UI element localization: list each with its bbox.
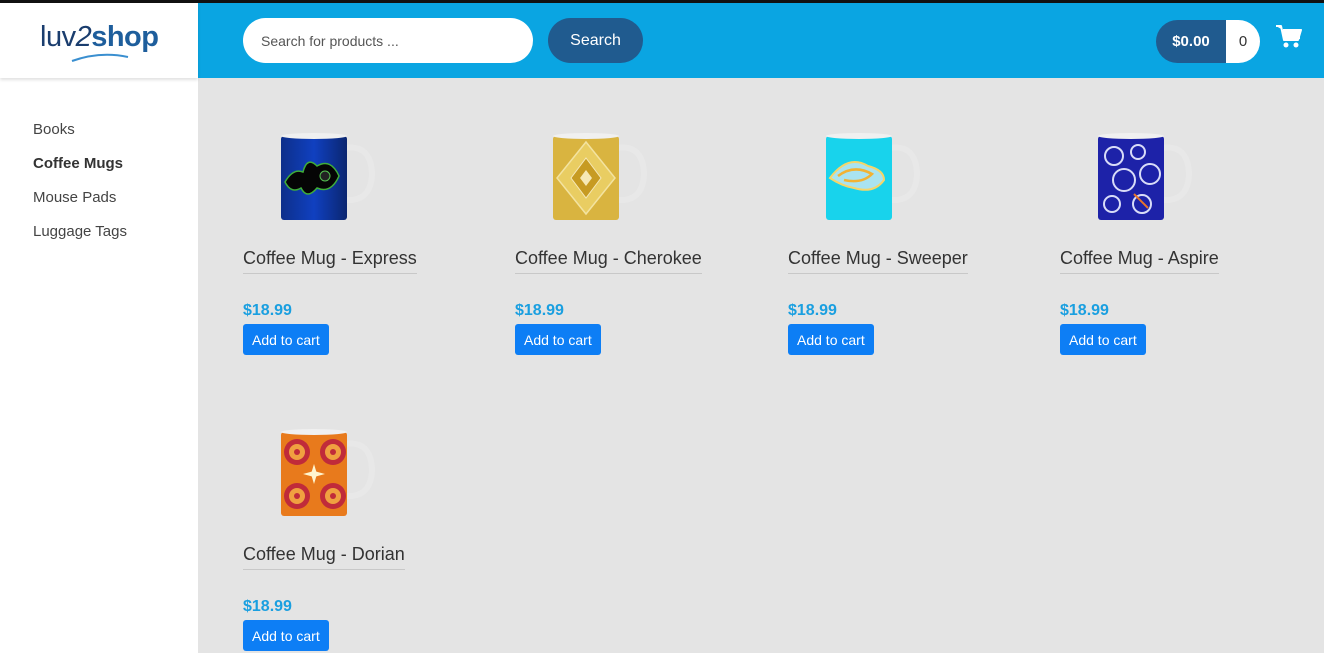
product-name[interactable]: Coffee Mug - Aspire bbox=[1060, 248, 1219, 274]
mug-dorian-image[interactable] bbox=[273, 414, 383, 524]
cart-status[interactable]: $0.00 0 bbox=[1156, 20, 1260, 63]
sidebar: Books Coffee Mugs Mouse Pads Luggage Tag… bbox=[0, 78, 198, 653]
product-name[interactable]: Coffee Mug - Express bbox=[243, 248, 417, 274]
product-name[interactable]: Coffee Mug - Sweeper bbox=[788, 248, 968, 274]
sidebar-item-luggage-tags[interactable]: Luggage Tags bbox=[33, 222, 127, 256]
add-to-cart-button[interactable]: Add to cart bbox=[243, 324, 329, 355]
logo-text-luv: luv bbox=[40, 21, 76, 53]
mug-sweeper-image[interactable] bbox=[818, 118, 928, 228]
logo-text-shop: shop bbox=[91, 21, 159, 53]
mug-aspire-image[interactable] bbox=[1090, 118, 1200, 228]
product-name[interactable]: Coffee Mug - Cherokee bbox=[515, 248, 702, 274]
logo[interactable]: luv2shop bbox=[40, 21, 159, 54]
search-button[interactable]: Search bbox=[548, 18, 643, 63]
search-input[interactable] bbox=[243, 18, 533, 63]
shopping-cart-icon[interactable] bbox=[1276, 25, 1302, 49]
category-menu: Books Coffee Mugs Mouse Pads Luggage Tag… bbox=[33, 120, 127, 256]
header: Search $0.00 0 bbox=[198, 3, 1324, 78]
product-price: $18.99 bbox=[788, 302, 837, 319]
sidebar-item-books[interactable]: Books bbox=[33, 120, 127, 154]
product-price: $18.99 bbox=[243, 302, 292, 319]
sidebar-item-mouse-pads[interactable]: Mouse Pads bbox=[33, 188, 127, 222]
add-to-cart-button[interactable]: Add to cart bbox=[515, 324, 601, 355]
product-price: $18.99 bbox=[243, 598, 292, 615]
add-to-cart-button[interactable]: Add to cart bbox=[1060, 324, 1146, 355]
sidebar-item-coffee-mugs[interactable]: Coffee Mugs bbox=[33, 154, 127, 188]
product-price: $18.99 bbox=[515, 302, 564, 319]
add-to-cart-button[interactable]: Add to cart bbox=[243, 620, 329, 651]
product-price: $18.99 bbox=[1060, 302, 1109, 319]
logo-area[interactable]: luv2shop bbox=[0, 3, 198, 78]
add-to-cart-button[interactable]: Add to cart bbox=[788, 324, 874, 355]
mug-cherokee-image[interactable] bbox=[545, 118, 655, 228]
cart-total: $0.00 bbox=[1156, 20, 1226, 63]
mug-express-image[interactable] bbox=[273, 118, 383, 228]
logo-swoosh-icon bbox=[71, 53, 129, 62]
logo-text-two: 2 bbox=[75, 21, 92, 53]
product-name[interactable]: Coffee Mug - Dorian bbox=[243, 544, 405, 570]
cart-quantity: 0 bbox=[1226, 20, 1260, 63]
